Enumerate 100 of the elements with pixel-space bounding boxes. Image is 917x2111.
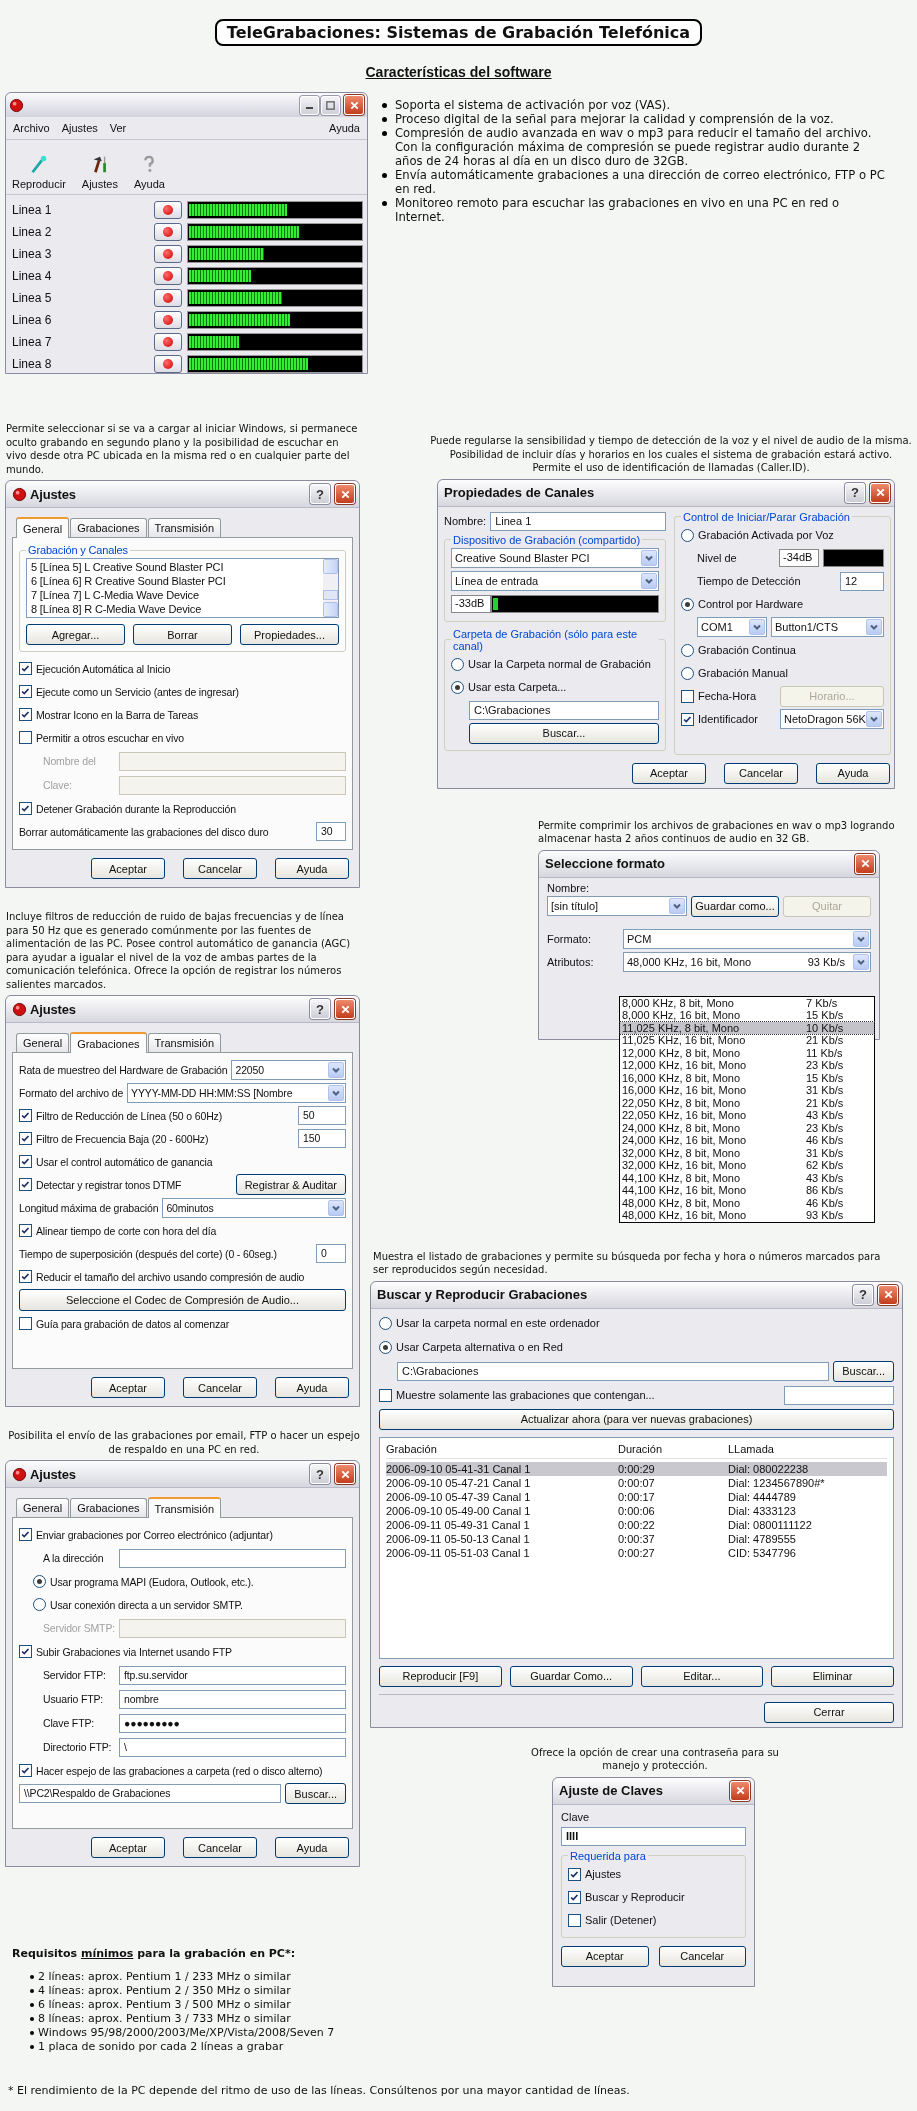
list-option[interactable]: 16,000 KHz, 16 bit, Mono 31 Kb/s bbox=[620, 1084, 874, 1097]
input-field[interactable]: 0 bbox=[316, 1244, 346, 1263]
dialog-button[interactable]: Cancelar bbox=[658, 1945, 746, 1967]
action-button[interactable]: Guardar Como... bbox=[509, 1665, 633, 1687]
checkbox[interactable] bbox=[681, 689, 694, 703]
radio-button[interactable] bbox=[681, 643, 694, 657]
radio-button[interactable] bbox=[681, 597, 694, 611]
radio-button[interactable] bbox=[379, 1316, 392, 1330]
tab[interactable]: General bbox=[16, 1033, 70, 1052]
close-dialog-button[interactable]: Cerrar bbox=[764, 1701, 894, 1723]
record-button[interactable] bbox=[153, 201, 182, 219]
checkbox[interactable] bbox=[19, 1317, 32, 1330]
table-row[interactable]: 2006-09-10 05-47-39 Canal 1 0:00:17 Dial: 4444789 bbox=[386, 1489, 887, 1504]
close-button[interactable] bbox=[335, 484, 355, 504]
checkbox[interactable] bbox=[19, 685, 32, 698]
tab[interactable]: General bbox=[16, 517, 70, 538]
input-field[interactable]: Linea 1 bbox=[490, 511, 666, 531]
dialog-button[interactable]: Ayuda bbox=[275, 858, 349, 879]
list-option[interactable]: 48,000 KHz, 16 bit, Mono 93 Kb/s bbox=[620, 1209, 874, 1222]
input-field[interactable]: \ bbox=[119, 1737, 346, 1757]
radio-button[interactable] bbox=[33, 1598, 46, 1611]
input-field[interactable] bbox=[784, 1385, 894, 1405]
checkbox[interactable] bbox=[19, 1178, 32, 1191]
checkbox[interactable] bbox=[19, 802, 32, 815]
record-button[interactable] bbox=[153, 223, 182, 241]
list-option[interactable]: 22,050 KHz, 16 bit, Mono 43 Kb/s bbox=[620, 1109, 874, 1122]
browse-button[interactable]: Buscar... bbox=[469, 722, 659, 744]
minimize-button[interactable] bbox=[300, 95, 319, 115]
push-button[interactable]: Propiedades... bbox=[240, 624, 339, 645]
checkbox[interactable] bbox=[19, 1155, 32, 1168]
record-button[interactable] bbox=[153, 311, 182, 329]
radio-button[interactable] bbox=[379, 1340, 392, 1354]
tab[interactable]: Transmisión bbox=[147, 1033, 221, 1052]
dialog-button[interactable]: Aceptar bbox=[632, 762, 706, 784]
list-option[interactable]: 8,000 KHz, 8 bit, Mono 7 Kb/s bbox=[620, 996, 874, 1009]
checkbox[interactable] bbox=[19, 1109, 32, 1122]
checkbox[interactable] bbox=[19, 1764, 32, 1777]
close-button[interactable] bbox=[878, 1284, 898, 1305]
menu-item[interactable]: Archivo bbox=[13, 122, 50, 134]
dialog-button[interactable]: Cancelar bbox=[183, 1377, 257, 1398]
dropdown[interactable]: Creative Sound Blaster PCI bbox=[451, 548, 659, 568]
list-option[interactable]: 44,100 KHz, 16 bit, Mono 86 Kb/s bbox=[620, 1184, 874, 1197]
column-header[interactable]: Duración bbox=[608, 1442, 728, 1455]
input-field[interactable]: ftp.su.servidor bbox=[119, 1665, 346, 1685]
input-field[interactable]: 30 bbox=[316, 822, 346, 841]
table-row[interactable]: 2006-09-10 05-41-31 Canal 1 0:00:29 Dial: 080022238 bbox=[386, 1461, 887, 1476]
toolbar-button[interactable]: Ajustes bbox=[77, 153, 122, 190]
dropdown[interactable]: 22050 bbox=[231, 1059, 346, 1080]
dialog-button[interactable]: Ayuda bbox=[816, 762, 890, 784]
action-button[interactable]: Reproducir [F9] bbox=[379, 1665, 502, 1687]
dropdown[interactable]: 60minutos bbox=[162, 1197, 346, 1218]
dropdown[interactable]: [sin título] bbox=[547, 896, 687, 916]
column-header[interactable]: Grabación bbox=[386, 1442, 608, 1455]
column-header[interactable]: LLamada bbox=[728, 1442, 887, 1455]
password-field[interactable]: IIII bbox=[561, 1826, 746, 1846]
table-row[interactable]: 2006-09-11 05-50-13 Canal 1 0:00:37 Dial: 4789555 bbox=[386, 1531, 887, 1546]
action-button[interactable]: Editar... bbox=[640, 1665, 764, 1687]
record-button[interactable] bbox=[153, 333, 182, 351]
checkbox[interactable] bbox=[19, 662, 32, 675]
list-item[interactable]: 5 [Línea 5] L Creative Sound Blaster PCI bbox=[31, 560, 319, 574]
help-button[interactable]: ? bbox=[310, 484, 330, 504]
list-option[interactable]: 8,000 KHz, 16 bit, Mono 15 Kb/s bbox=[620, 1009, 874, 1022]
scrollbar[interactable] bbox=[323, 559, 338, 617]
maximize-button[interactable] bbox=[321, 95, 340, 115]
radio-button[interactable] bbox=[681, 666, 694, 680]
checkbox[interactable] bbox=[568, 1867, 581, 1881]
close-button[interactable] bbox=[335, 1464, 355, 1484]
close-button[interactable] bbox=[870, 482, 890, 503]
record-button[interactable] bbox=[153, 355, 182, 373]
checkbox[interactable] bbox=[568, 1913, 581, 1927]
list-option[interactable]: 11,025 KHz, 8 bit, Mono 10 Kb/s bbox=[620, 1021, 874, 1034]
browse-button[interactable]: Buscar... bbox=[285, 1783, 346, 1804]
input-field[interactable] bbox=[119, 1548, 346, 1568]
list-item[interactable]: 7 [Línea 7] L C-Media Wave Device bbox=[31, 588, 319, 602]
list-option[interactable]: 12,000 KHz, 8 bit, Mono 11 Kb/s bbox=[620, 1046, 874, 1059]
list-option[interactable]: 32,000 KHz, 16 bit, Mono 62 Kb/s bbox=[620, 1159, 874, 1172]
input-field[interactable]: nombre bbox=[119, 1689, 346, 1709]
dialog-button[interactable]: Aceptar bbox=[561, 1945, 649, 1967]
input-field[interactable]: C:\Grabaciones bbox=[469, 700, 659, 720]
input-field[interactable]: 150 bbox=[298, 1129, 346, 1148]
dropdown[interactable]: NetoDragon 56K bbox=[780, 709, 884, 729]
input-field[interactable]: C:\Grabaciones bbox=[397, 1361, 830, 1381]
help-button[interactable]: ? bbox=[853, 1284, 873, 1305]
tab[interactable]: Grabaciones bbox=[70, 1498, 147, 1517]
checkbox[interactable] bbox=[19, 1224, 32, 1237]
dropdown[interactable]: COM1 bbox=[697, 617, 767, 637]
radio-button[interactable] bbox=[681, 528, 694, 542]
tab[interactable]: General bbox=[16, 1498, 70, 1517]
close-button[interactable] bbox=[344, 95, 364, 115]
input-field[interactable]: 50 bbox=[298, 1106, 346, 1125]
tab[interactable]: Transmisión bbox=[147, 1497, 221, 1518]
dialog-button[interactable]: Cancelar bbox=[724, 762, 798, 784]
push-button[interactable]: Seleccione el Codec de Compresión de Audio... bbox=[19, 1289, 346, 1311]
table-row[interactable]: 2006-09-11 05-51-03 Canal 1 0:00:27 CID: 5347796 bbox=[386, 1545, 887, 1560]
dialog-button[interactable]: Ayuda bbox=[275, 1837, 349, 1858]
toolbar-button[interactable]: Ayuda bbox=[129, 153, 169, 190]
close-button[interactable] bbox=[335, 999, 355, 1019]
list-option[interactable]: 24,000 KHz, 8 bit, Mono 23 Kb/s bbox=[620, 1121, 874, 1134]
action-button[interactable]: Eliminar bbox=[771, 1665, 894, 1687]
list-option[interactable]: 11,025 KHz, 16 bit, Mono 21 Kb/s bbox=[620, 1034, 874, 1047]
